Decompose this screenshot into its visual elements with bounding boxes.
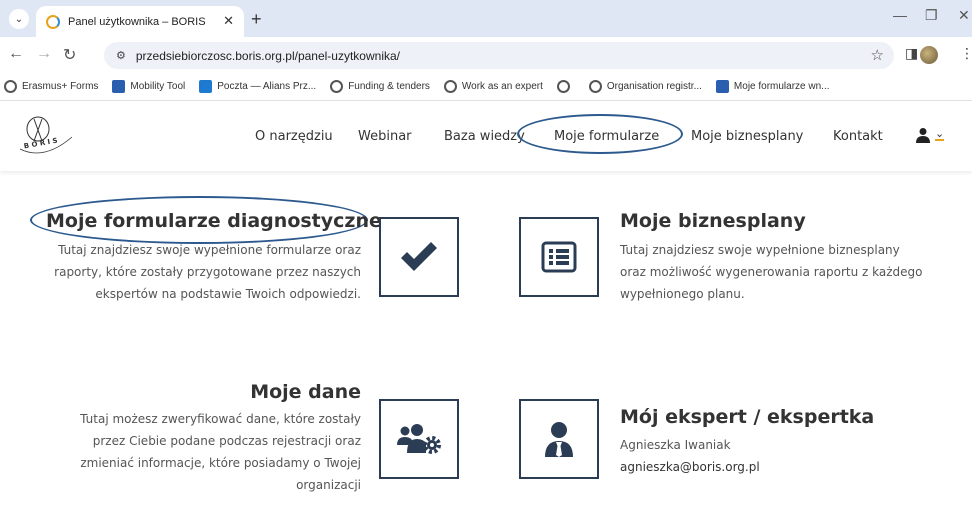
card-title-ekspert[interactable]: Mój ekspert / ekspertka [620, 406, 874, 428]
bookmark-label: Erasmus+ Forms [22, 81, 99, 92]
browser-menu-icon[interactable]: ⋮ [960, 46, 972, 62]
reload-button[interactable]: ↻ [63, 45, 76, 65]
restore-button[interactable]: ❐ [925, 7, 938, 24]
desc-line: ekspertów na podstawie Twoich odpowiedzi… [95, 287, 361, 301]
dane-icon-box[interactable] [379, 399, 459, 479]
card-desc-dane: Tutaj możesz zweryfikować dane, które zo… [10, 408, 361, 496]
biznesplany-icon-box[interactable] [519, 217, 599, 297]
bookmark-item[interactable] [556, 80, 575, 93]
bookmark-label: Organisation registr... [606, 81, 702, 92]
back-button[interactable]: ← [8, 45, 24, 63]
desc-line: Tutaj znajdziesz swoje wypełnione formul… [58, 243, 361, 257]
active-tab[interactable]: Panel użytkownika – BORIS ✕ [36, 6, 244, 37]
check-icon [401, 242, 437, 271]
side-panel-icon[interactable]: ◨ [905, 46, 918, 62]
globe-icon [4, 80, 17, 93]
desc-line: organizacji [296, 478, 361, 492]
card-desc-ekspert: Agnieszka Iwaniak agnieszka@boris.org.pl [620, 434, 960, 478]
list-icon [541, 241, 577, 273]
bookmark-label: Funding & tenders [348, 81, 430, 92]
desc-line: oraz możliwość wygenerowania raportu z k… [620, 265, 923, 279]
browser-toolbar: ← → ↻ ⚙ przedsiebiorczosc.boris.org.pl/p… [0, 37, 972, 73]
bookmark-item[interactable]: Erasmus+ Forms [4, 80, 98, 93]
user-icon [916, 128, 930, 143]
site-favicon-icon [46, 14, 60, 29]
ekspert-icon-box[interactable] [519, 399, 599, 479]
profile-avatar[interactable] [920, 46, 938, 64]
close-window-button[interactable]: ✕ [958, 7, 970, 24]
expert-name: Agnieszka Iwaniak [620, 438, 731, 452]
bookmark-item[interactable]: Mobility Tool [112, 80, 185, 93]
desc-line: przez Ciebie podane podczas rejestracji … [92, 434, 361, 448]
main-nav: O narzędziu Webinar Baza wiedzy Moje for… [0, 101, 972, 171]
eu-icon [715, 80, 729, 93]
tab-search-button[interactable]: ⌄ [9, 9, 29, 29]
desc-line: zmieniać informacje, które posiadamy o T… [80, 456, 361, 470]
globe-icon [588, 80, 602, 93]
bookmarks-bar: Erasmus+ Forms Mobility Tool Poczta — Al… [0, 73, 972, 101]
user-menu[interactable]: ⌄ [915, 127, 945, 143]
nav-baza-wiedzy[interactable]: Baza wiedzy [444, 129, 525, 144]
users-gear-icon [397, 424, 441, 454]
card-title-dane[interactable]: Moje dane [160, 381, 361, 403]
card-desc-formularze: Tutaj znajdziesz swoje wypełnione formul… [10, 239, 361, 305]
browser-tab-bar: ⌄ Panel użytkownika – BORIS ✕ + — ❐ ✕ [0, 0, 972, 37]
nav-moje-biznesplany[interactable]: Moje biznesplany [691, 129, 803, 144]
close-tab-icon[interactable]: ✕ [223, 14, 234, 29]
user-tie-icon [545, 422, 573, 457]
card-title-biznesplany[interactable]: Moje biznesplany [620, 210, 806, 232]
bookmark-label: Poczta — Alians Prz... [217, 81, 317, 92]
globe-icon [556, 80, 570, 93]
bookmark-label: Mobility Tool [130, 81, 186, 92]
bookmark-item[interactable]: Poczta — Alians Prz... [199, 80, 316, 93]
bookmark-star-icon[interactable]: ☆ [871, 46, 884, 64]
desc-line: wypełnionego planu. [620, 287, 745, 301]
address-bar[interactable]: ⚙ przedsiebiorczosc.boris.org.pl/panel-u… [104, 42, 894, 69]
nav-webinar[interactable]: Webinar [358, 129, 412, 144]
desc-line: Tutaj znajdziesz swoje wypełnione biznes… [620, 243, 900, 257]
bookmark-item[interactable]: Funding & tenders [330, 80, 430, 93]
globe-icon [443, 80, 457, 93]
card-desc-biznesplany: Tutaj znajdziesz swoje wypełnione biznes… [620, 239, 960, 305]
bookmark-label: Work as an expert [461, 81, 543, 92]
site-info-icon[interactable]: ⚙ [116, 49, 126, 62]
bookmark-item[interactable]: Moje formularze wn... [715, 80, 830, 93]
card-title-formularze[interactable]: Moje formularze diagnostyczne [46, 210, 382, 232]
formularze-icon-box[interactable] [379, 217, 459, 297]
tab-title: Panel użytkownika – BORIS [68, 15, 206, 28]
desc-line: Tutaj możesz zweryfikować dane, które zo… [80, 412, 361, 426]
url-text: przedsiebiorczosc.boris.org.pl/panel-uzy… [135, 48, 400, 63]
nav-kontakt[interactable]: Kontakt [833, 129, 883, 144]
forward-button[interactable]: → [36, 45, 52, 63]
desc-line: raporty, które zostały przygotowane prze… [54, 265, 361, 279]
bookmark-item[interactable]: Organisation registr... [588, 80, 702, 93]
minimize-button[interactable]: — [893, 7, 907, 23]
outlook-icon [199, 80, 213, 93]
globe-icon [330, 80, 344, 93]
new-tab-button[interactable]: + [251, 9, 262, 30]
bookmark-label: Moje formularze wn... [733, 81, 830, 92]
site-header: B O R I S O narzędziu Webinar Baza wiedz… [0, 101, 972, 171]
bookmark-item[interactable]: Work as an expert [443, 80, 543, 93]
nav-moje-formularze[interactable]: Moje formularze [554, 129, 659, 144]
nav-o-narzedziu[interactable]: O narzędziu [255, 129, 333, 144]
expert-email[interactable]: agnieszka@boris.org.pl [620, 456, 960, 478]
chevron-down-icon: ⌄ [935, 127, 945, 141]
eu-icon [112, 80, 126, 93]
